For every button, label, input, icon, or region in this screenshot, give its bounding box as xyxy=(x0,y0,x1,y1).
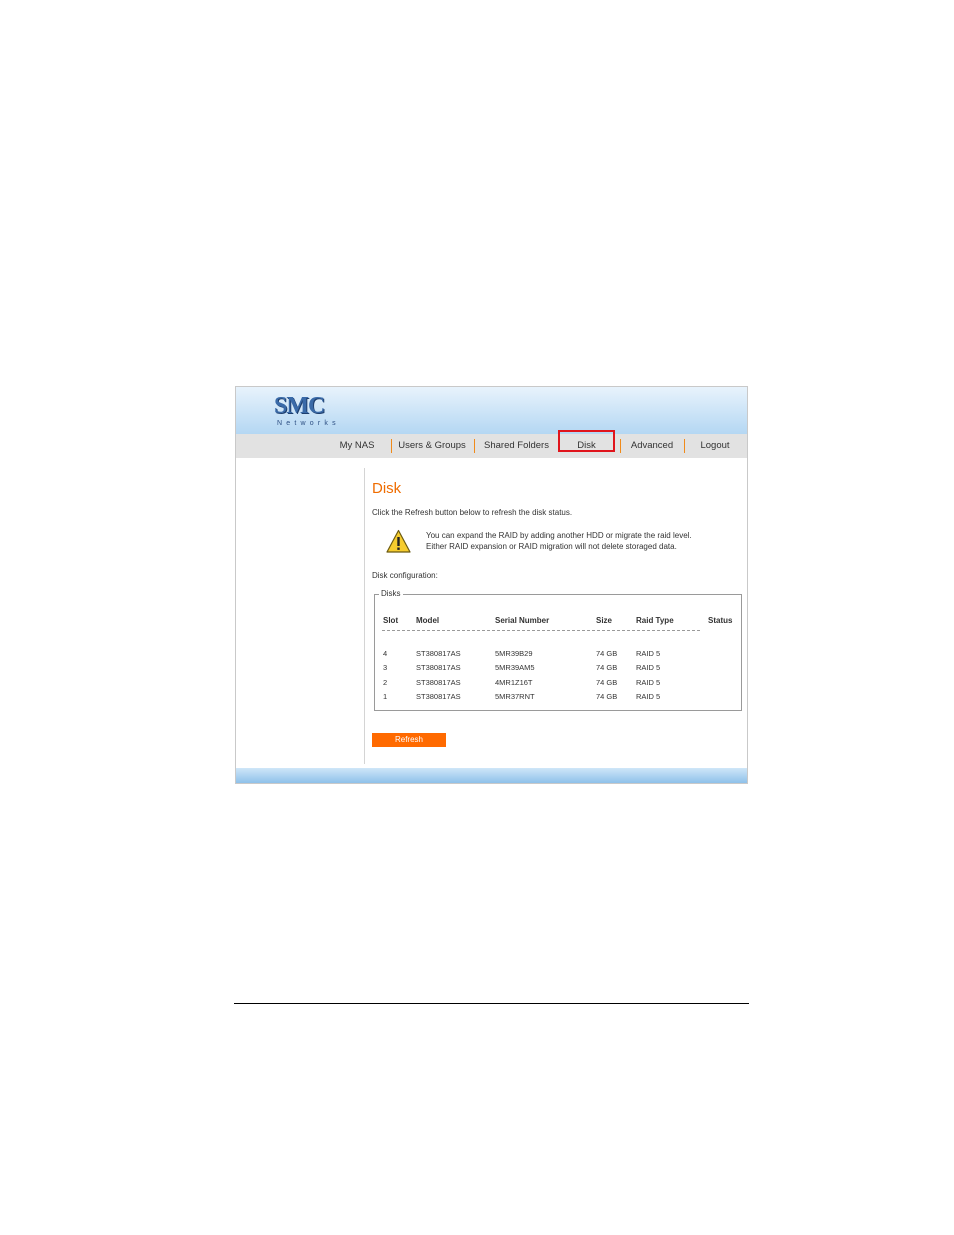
table-cell-raid-type: RAID 5 xyxy=(636,649,661,658)
nas-admin-window: SMC Networks My NAS Users & Groups Share… xyxy=(235,386,748,784)
table-cell-model: ST380817AS xyxy=(416,692,461,701)
table-cell-slot: 1 xyxy=(383,692,388,701)
logo-subtitle: Networks xyxy=(277,420,340,427)
logo-mark: SMC xyxy=(274,393,325,419)
nav-separator xyxy=(391,439,392,453)
table-cell-serial: 4MR1Z16T xyxy=(495,678,533,687)
table-cell-raid-type: RAID 5 xyxy=(636,678,661,687)
table-cell-serial: 5MR37RNT xyxy=(495,692,535,701)
intro-text: Click the Refresh button below to refres… xyxy=(372,508,573,517)
table-cell-size: 74 GB xyxy=(596,649,618,658)
table-cell-model: ST380817AS xyxy=(416,678,461,687)
nav-separator xyxy=(620,439,621,453)
table-cell-slot: 4 xyxy=(383,649,388,658)
table-cell-slot: 3 xyxy=(383,663,388,672)
column-header-size: Size xyxy=(596,616,613,625)
warning-text-line-1: You can expand the RAID by adding anothe… xyxy=(426,531,692,540)
table-cell-size: 74 GB xyxy=(596,692,618,701)
column-header-raid-type: Raid Type xyxy=(636,616,674,625)
smc-logo: SMC Networks xyxy=(274,393,349,429)
nav-users-groups[interactable]: Users & Groups xyxy=(396,434,468,458)
page-footer-rule xyxy=(234,1003,749,1004)
refresh-button[interactable]: Refresh xyxy=(372,733,446,747)
warning-text-line-2: Either RAID expansion or RAID migration … xyxy=(426,542,677,551)
nav-logout[interactable]: Logout xyxy=(688,434,742,458)
disk-config-label: Disk configuration: xyxy=(372,571,438,580)
header-banner: SMC Networks xyxy=(236,387,747,434)
warning-triangle-icon xyxy=(386,529,411,553)
table-cell-slot: 2 xyxy=(383,678,388,687)
table-cell-raid-type: RAID 5 xyxy=(636,692,661,701)
column-header-status: Status xyxy=(708,616,733,625)
table-cell-raid-type: RAID 5 xyxy=(636,663,661,672)
disks-legend: Disks xyxy=(379,589,403,599)
active-tab-highlight xyxy=(558,430,615,452)
footer-bar xyxy=(236,768,747,783)
column-header-model: Model xyxy=(416,616,440,625)
nav-separator xyxy=(684,439,685,453)
column-header-serial: Serial Number xyxy=(495,616,550,625)
table-cell-model: ST380817AS xyxy=(416,649,461,658)
nav-separator xyxy=(474,439,475,453)
sidebar-divider xyxy=(364,468,365,764)
main-nav: My NAS Users & Groups Shared Folders Dis… xyxy=(236,434,747,458)
column-header-slot: Slot xyxy=(383,616,399,625)
nav-shared-folders[interactable]: Shared Folders xyxy=(479,434,554,458)
table-cell-serial: 5MR39AM5 xyxy=(495,663,535,672)
table-cell-size: 74 GB xyxy=(596,663,618,672)
nav-my-nas[interactable]: My NAS xyxy=(328,434,386,458)
header-rule xyxy=(382,630,700,631)
nav-advanced[interactable]: Advanced xyxy=(624,434,680,458)
table-cell-model: ST380817AS xyxy=(416,663,461,672)
table-cell-serial: 5MR39B29 xyxy=(495,649,533,658)
page-title: Disk xyxy=(372,480,402,497)
table-cell-size: 74 GB xyxy=(596,678,618,687)
